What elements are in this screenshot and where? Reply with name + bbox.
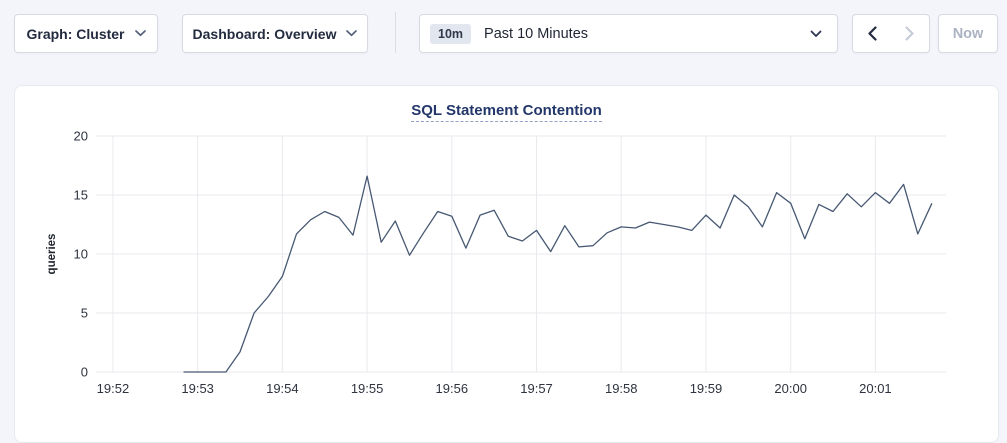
graph-dropdown[interactable]: Graph: Cluster xyxy=(14,14,158,53)
svg-text:5: 5 xyxy=(81,306,88,321)
svg-text:19:55: 19:55 xyxy=(351,381,384,396)
svg-text:15: 15 xyxy=(74,188,88,203)
chart-card: SQL Statement Contention 0510152019:5219… xyxy=(14,85,999,443)
y-axis-label: queries xyxy=(46,234,58,275)
next-range-button[interactable] xyxy=(891,15,929,52)
x-gridlines-and-labels: 19:52 19:53 19:54 19:55 19:56 19:57 19:58 19:59… xyxy=(97,136,892,396)
chart-title[interactable]: SQL Statement Contention xyxy=(411,102,602,122)
svg-text:19:54: 19:54 xyxy=(266,381,299,396)
now-button[interactable]: Now xyxy=(938,14,998,53)
time-range-selector[interactable]: 10m Past 10 Minutes xyxy=(419,14,838,53)
time-range-label: Past 10 Minutes xyxy=(484,26,588,42)
contention-chart-svg: 0510152019:5219:5319:5419:5519:5619:5719… xyxy=(41,126,961,401)
chart-title-row: SQL Statement Contention xyxy=(15,102,998,122)
svg-text:20: 20 xyxy=(74,129,88,144)
chevron-right-icon xyxy=(905,26,915,41)
svg-text:0: 0 xyxy=(81,365,88,380)
svg-text:19:58: 19:58 xyxy=(605,381,638,396)
line-series xyxy=(184,176,932,372)
dashboard-dropdown[interactable]: Dashboard: Overview xyxy=(182,14,368,53)
svg-text:19:52: 19:52 xyxy=(97,381,130,396)
svg-text:19:59: 19:59 xyxy=(690,381,723,396)
chevron-down-icon xyxy=(810,30,822,38)
graph-dropdown-label: Graph: Cluster xyxy=(26,26,124,42)
prev-range-button[interactable] xyxy=(853,15,891,52)
chevron-left-icon xyxy=(867,26,877,41)
y-gridlines-and-labels: 0 5 10 15 20 xyxy=(74,129,946,380)
time-range-badge: 10m xyxy=(430,24,471,44)
chevron-down-icon xyxy=(135,30,146,37)
dashboard-dropdown-label: Dashboard: Overview xyxy=(193,26,337,42)
svg-text:19:56: 19:56 xyxy=(436,381,469,396)
svg-text:19:53: 19:53 xyxy=(181,381,214,396)
svg-text:19:57: 19:57 xyxy=(520,381,553,396)
time-range-pager xyxy=(852,14,930,53)
now-button-label: Now xyxy=(953,26,984,42)
svg-text:20:00: 20:00 xyxy=(774,381,807,396)
svg-text:20:01: 20:01 xyxy=(859,381,892,396)
toolbar-divider xyxy=(395,12,396,53)
svg-text:10: 10 xyxy=(74,247,88,262)
chevron-down-icon xyxy=(346,30,357,37)
